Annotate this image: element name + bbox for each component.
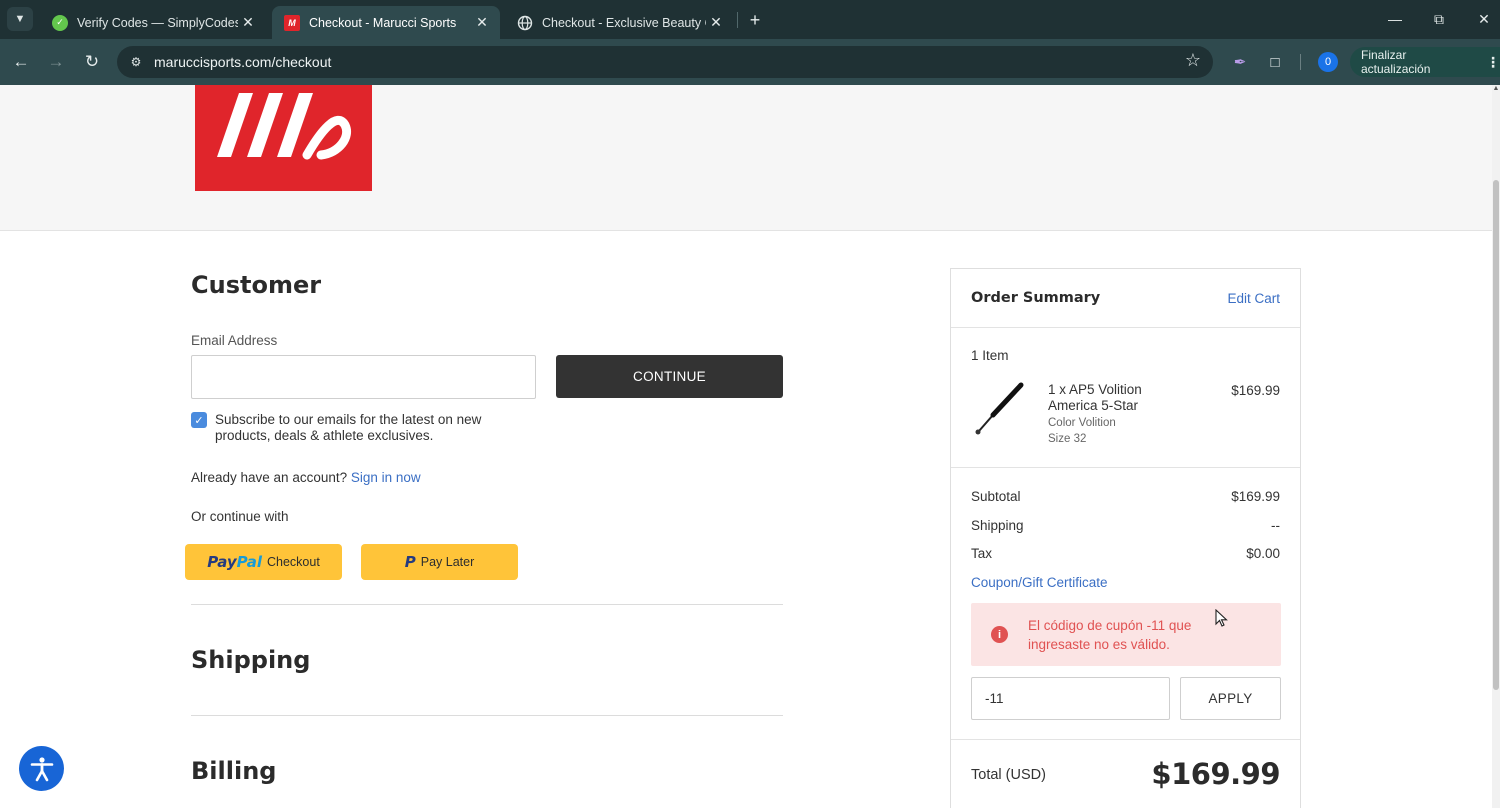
plus-icon: + — [749, 9, 761, 30]
tab-marucci-checkout[interactable]: M Checkout - Marucci Sports ✕ — [272, 6, 500, 39]
globe-icon — [517, 15, 533, 31]
shipping-value: -- — [1271, 518, 1280, 533]
summary-divider — [951, 327, 1300, 328]
marucci-icon: M — [284, 14, 300, 31]
reload-icon: ↻ — [84, 52, 100, 71]
update-button[interactable]: Finalizar actualización ⋮ — [1350, 47, 1500, 77]
subtotal-value: $169.99 — [1231, 489, 1280, 504]
coupon-error-alert: i El código de cupón -11 que ingresaste … — [971, 603, 1281, 666]
billing-heading[interactable]: Billing — [191, 757, 276, 785]
toolbar-separator — [1300, 54, 1301, 70]
account-prompt: Already have an account? — [191, 470, 348, 485]
profile-avatar[interactable]: 0 — [1318, 52, 1338, 72]
customer-heading: Customer — [191, 271, 322, 299]
baseball-bat-image — [971, 379, 1029, 437]
tab-simplycodes[interactable]: ✓ Verify Codes — SimplyCodes ✕ — [40, 6, 266, 39]
continue-button[interactable]: CONTINUE — [556, 355, 783, 398]
section-divider — [191, 715, 783, 716]
arrow-right-icon: → — [47, 52, 65, 71]
tab-title: Checkout - Exclusive Beauty Clu — [542, 15, 706, 30]
edit-cart-link[interactable]: Edit Cart — [1227, 291, 1280, 306]
coupon-code-input[interactable]: -11 — [971, 677, 1170, 720]
coupon-link[interactable]: Coupon/Gift Certificate — [971, 575, 1108, 590]
shipping-heading[interactable]: Shipping — [191, 646, 310, 674]
email-label: Email Address — [191, 333, 278, 348]
site-info-icon[interactable]: ⚙ — [125, 51, 147, 73]
forward-button[interactable]: → — [44, 50, 68, 74]
tab-title: Verify Codes — SimplyCodes — [77, 15, 238, 30]
pay-later-label: Pay Later — [420, 555, 475, 569]
tax-label: Tax — [971, 546, 993, 561]
summary-divider — [951, 467, 1300, 468]
checkmark-icon: ✓ — [194, 414, 204, 427]
star-icon[interactable]: ☆ — [1185, 50, 1201, 71]
tax-value: $0.00 — [1246, 546, 1280, 561]
update-label: Finalizar actualización — [1361, 48, 1431, 76]
scrollbar-thumb[interactable] — [1493, 180, 1499, 690]
mouse-cursor-icon — [1215, 609, 1228, 627]
back-button[interactable]: ← — [9, 50, 33, 74]
minimize-icon: — — [1388, 11, 1402, 27]
simplycodes-icon: ✓ — [52, 14, 68, 31]
item-count: 1 Item — [971, 348, 1009, 363]
subscribe-label: Subscribe to our emails for the latest o… — [215, 412, 482, 443]
or-continue-text: Or continue with — [191, 509, 289, 524]
marucci-logo[interactable] — [195, 85, 372, 191]
browser-toolbar: ← → ↻ ⚙ maruccisports.com/checkout ☆ ✒ □… — [0, 39, 1500, 85]
extensions-puzzle-icon[interactable]: □ — [1264, 51, 1286, 73]
reload-button[interactable]: ↻ — [80, 50, 104, 74]
chevron-down-icon: ▼ — [14, 13, 26, 25]
close-window-button[interactable]: ✕ — [1472, 8, 1496, 30]
summary-divider — [951, 739, 1300, 740]
close-icon[interactable]: ✕ — [238, 14, 258, 31]
restore-button[interactable]: ⧉ — [1427, 8, 1451, 30]
arrow-left-icon: ← — [12, 52, 30, 71]
browser-tab-bar: ▼ ✓ Verify Codes — SimplyCodes ✕ M Check… — [0, 0, 1500, 39]
close-icon: ✕ — [1478, 10, 1490, 27]
apply-button[interactable]: APPLY — [1180, 677, 1281, 720]
close-icon[interactable]: ✕ — [706, 14, 726, 31]
scroll-up-icon[interactable]: ▲ — [1492, 85, 1500, 95]
total-value: $169.99 — [1151, 757, 1280, 791]
close-icon[interactable]: ✕ — [472, 14, 492, 31]
address-bar[interactable]: ⚙ maruccisports.com/checkout ☆ — [117, 46, 1213, 78]
item-size: Size 32 — [1048, 433, 1087, 445]
email-field[interactable] — [191, 355, 536, 399]
kebab-menu-icon[interactable]: ⋮ — [1486, 54, 1500, 71]
item-color: Color Volition — [1048, 417, 1116, 429]
accessibility-button[interactable] — [19, 746, 64, 791]
subtotal-label: Subtotal — [971, 489, 1021, 504]
subscribe-checkbox[interactable]: ✓ — [191, 412, 207, 428]
tab-title: Checkout - Marucci Sports — [309, 15, 457, 30]
restore-icon: ⧉ — [1434, 10, 1444, 27]
paypal-pay-later-button[interactable]: P Pay Later — [361, 544, 518, 580]
tab-search-button[interactable]: ▼ — [7, 7, 33, 31]
item-price: $169.99 — [1231, 383, 1280, 398]
accessibility-icon — [30, 756, 53, 781]
shipping-label: Shipping — [971, 518, 1024, 533]
info-icon: i — [991, 626, 1008, 643]
minimize-button[interactable]: — — [1383, 8, 1407, 30]
site-header — [0, 85, 1492, 231]
total-label: Total (USD) — [971, 767, 1046, 783]
paypal-checkout-button[interactable]: PayPal Checkout — [185, 544, 342, 580]
feather-extension-icon[interactable]: ✒ — [1229, 51, 1251, 73]
paypal-checkout-label: Checkout — [266, 555, 320, 569]
sign-in-link[interactable]: Sign in now — [351, 470, 421, 485]
tab-separator — [737, 12, 738, 28]
account-prompt-line: Already have an account? Sign in now — [191, 470, 421, 485]
tab-exclusive-beauty[interactable]: Checkout - Exclusive Beauty Clu ✕ — [505, 6, 734, 39]
item-name: 1 x AP5 Volition America 5-Star — [1048, 382, 1142, 413]
order-summary-title: Order Summary — [971, 290, 1101, 306]
page-scrollbar[interactable]: ▲ — [1492, 85, 1500, 808]
address-url[interactable]: maruccisports.com/checkout — [154, 54, 331, 70]
paypal-p-icon: P — [404, 553, 416, 571]
new-tab-button[interactable]: + — [744, 9, 766, 31]
paypal-logo: PayPal — [207, 553, 262, 571]
section-divider — [191, 604, 783, 605]
order-summary: Order Summary Edit Cart 1 Item 1 x AP5 V… — [950, 268, 1301, 808]
page-viewport: Customer Email Address CONTINUE ✓ Subscr… — [0, 85, 1500, 808]
